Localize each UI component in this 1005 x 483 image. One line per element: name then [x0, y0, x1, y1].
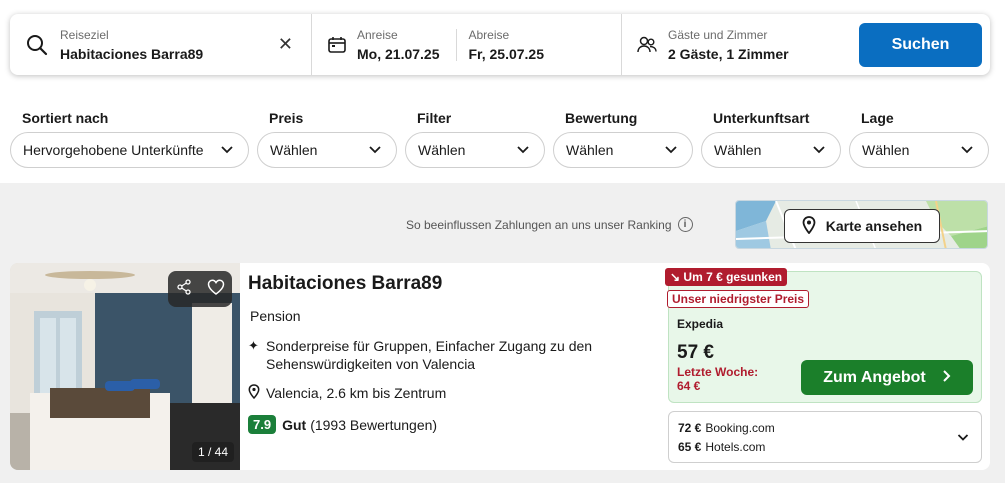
filter-sort-label: Sortiert nach: [22, 110, 109, 126]
offer-price: 57 €: [677, 342, 714, 363]
heart-icon[interactable]: [207, 279, 225, 300]
photo-actions: [168, 271, 232, 307]
rating-count: (1993 Bewertungen): [310, 416, 438, 433]
hotel-photo[interactable]: 1 / 44: [10, 263, 240, 470]
filter-location-label: Lage: [861, 110, 894, 126]
info-icon[interactable]: i: [677, 217, 693, 232]
offer-provider: Expedia: [677, 317, 724, 331]
rating-word: Gut: [282, 416, 307, 433]
hotel-name[interactable]: Habitaciones Barra89: [248, 273, 442, 295]
checkout-value[interactable]: Fr, 25.07.25: [469, 46, 545, 62]
hotel-feature-text: Sonderpreise für Gruppen, Einfacher Zuga…: [266, 338, 593, 372]
hotel-location: Valencia, 2.6 km bis Zentrum: [248, 384, 446, 402]
trend-down-icon: ↘: [670, 270, 681, 284]
filter-location: Lage Wählen: [849, 110, 989, 168]
chevron-down-icon: [812, 142, 826, 158]
filter-select[interactable]: Wählen: [405, 132, 545, 168]
other-offer-price: 72 €: [678, 421, 702, 435]
rating-select[interactable]: Wählen: [553, 132, 693, 168]
filter-filter-label: Filter: [417, 110, 452, 126]
hotel-info: Habitaciones Barra89 Pension ✦ Sonderpre…: [248, 263, 658, 470]
sort-select-value: Hervorgehobene Unterkünfte: [23, 142, 204, 158]
ranking-note[interactable]: So beeinflussen Zahlungen an uns unser R…: [406, 217, 693, 232]
property-type-select-value: Wählen: [714, 142, 762, 158]
view-deal-label: Zum Angebot: [823, 368, 926, 386]
chevron-right-icon: [942, 369, 951, 386]
checkin-field[interactable]: Anreise Mo, 21.07.25: [357, 28, 440, 62]
map-preview[interactable]: Karte ansehen: [735, 200, 988, 249]
destination-field[interactable]: Reiseziel Habitaciones Barra89 ✕: [10, 14, 312, 75]
guests-value[interactable]: 2 Gäste, 1 Zimmer: [668, 46, 789, 62]
last-week-value: 64 €: [677, 379, 701, 393]
checkout-field[interactable]: Abreise Fr, 25.07.25: [469, 28, 545, 62]
photo-counter: 1 / 44: [192, 442, 235, 462]
chevron-down-icon: [368, 142, 382, 158]
search-bar: Reiseziel Habitaciones Barra89 ✕ Anreise…: [10, 14, 990, 75]
sort-select[interactable]: Hervorgehobene Unterkünfte: [10, 132, 249, 168]
checkin-value[interactable]: Mo, 21.07.25: [357, 46, 440, 62]
hotel-type: Pension: [250, 308, 301, 324]
ranking-note-text: So beeinflussen Zahlungen an uns unser R…: [406, 217, 672, 232]
search-icon: [26, 34, 48, 56]
other-offer-provider: Booking.com: [705, 421, 775, 435]
hotel-card[interactable]: 1 / 44 Habitaciones Barra89 Pension ✦ So…: [10, 263, 990, 470]
location-pin-icon: [248, 384, 266, 402]
property-type-select[interactable]: Wählen: [701, 132, 841, 168]
other-offer-row: 65 € Hotels.com: [678, 440, 765, 454]
checkout-label: Abreise: [468, 27, 510, 42]
hotel-rating[interactable]: 7.9 Gut (1993 Bewertungen): [248, 415, 437, 434]
guests-field[interactable]: Gäste und Zimmer 2 Gäste, 1 Zimmer: [622, 14, 858, 75]
filter-rating-label: Bewertung: [565, 110, 638, 126]
price-drop-badge: ↘ Um 7 € gesunken: [665, 268, 788, 286]
price-select[interactable]: Wählen: [257, 132, 397, 168]
sparkle-icon: ✦: [248, 338, 259, 353]
filter-rating: Bewertung Wählen: [553, 110, 693, 168]
checkin-label: Anreise: [357, 27, 398, 42]
filter-bar: Sortiert nach Hervorgehobene Unterkünfte…: [10, 110, 995, 170]
share-icon[interactable]: [176, 278, 192, 300]
guests-icon: [636, 34, 658, 56]
dates-field[interactable]: Anreise Mo, 21.07.25 Abreise Fr, 25.07.2…: [312, 14, 622, 75]
chevron-down-icon: [960, 142, 974, 158]
calendar-icon: [327, 35, 347, 55]
filter-select-value: Wählen: [418, 142, 466, 158]
view-map-label: Karte ansehen: [825, 218, 923, 234]
last-week-price: Letzte Woche: 64 €: [677, 365, 758, 393]
date-divider: [455, 28, 457, 61]
destination-label: Reiseziel: [60, 27, 109, 42]
rating-select-value: Wählen: [566, 142, 614, 158]
location-select[interactable]: Wählen: [849, 132, 989, 168]
filter-price-label: Preis: [269, 110, 304, 126]
close-icon[interactable]: ✕: [278, 34, 293, 55]
other-offer-price: 65 €: [678, 440, 702, 454]
chevron-down-icon: [516, 142, 530, 158]
filter-price: Preis Wählen: [257, 110, 397, 168]
view-deal-button[interactable]: Zum Angebot: [801, 360, 973, 395]
chevron-down-icon: [957, 429, 969, 447]
location-select-value: Wählen: [862, 142, 910, 158]
destination-value[interactable]: Habitaciones Barra89: [60, 46, 203, 62]
hotel-feature: ✦ Sonderpreise für Gruppen, Einfacher Zu…: [248, 337, 628, 373]
filter-property-type: Unterkunftsart Wählen: [701, 110, 841, 168]
chevron-down-icon: [664, 142, 678, 158]
price-drop-text: Um 7 € gesunken: [683, 270, 783, 284]
other-offer-provider: Hotels.com: [705, 440, 766, 454]
rating-score: 7.9: [248, 415, 277, 434]
results-area: So beeinflussen Zahlungen an uns unser R…: [0, 183, 1005, 483]
map-pin-icon: [802, 215, 816, 237]
filter-sort: Sortiert nach Hervorgehobene Unterkünfte: [10, 110, 249, 168]
filter-property-type-label: Unterkunftsart: [713, 110, 810, 126]
hotel-location-text: Valencia, 2.6 km bis Zentrum: [266, 385, 447, 401]
guests-label: Gäste und Zimmer: [668, 27, 768, 42]
price-select-value: Wählen: [270, 142, 318, 158]
search-button[interactable]: Suchen: [859, 23, 982, 67]
other-offers-dropdown[interactable]: 72 € Booking.com 65 € Hotels.com: [668, 411, 982, 463]
filter-filter: Filter Wählen: [405, 110, 545, 168]
chevron-down-icon: [220, 142, 234, 158]
other-offer-row: 72 € Booking.com: [678, 421, 775, 435]
view-map-button[interactable]: Karte ansehen: [784, 209, 940, 243]
last-week-label: Letzte Woche:: [677, 365, 759, 379]
lowest-price-badge: Unser niedrigster Preis: [667, 290, 810, 308]
